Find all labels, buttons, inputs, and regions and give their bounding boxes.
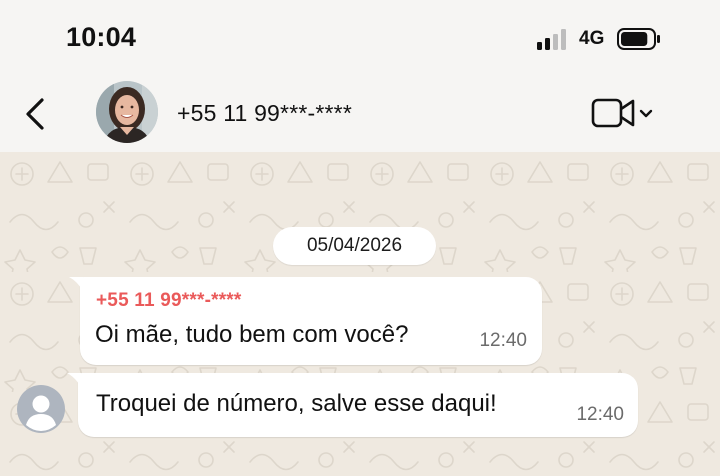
status-time: 10:04	[66, 22, 137, 52]
message-text: Oi mãe, tudo bem com você?	[95, 321, 409, 348]
sender-avatar-icon[interactable]	[17, 385, 65, 433]
message-sender[interactable]: +55 11 99***-****	[96, 290, 242, 312]
message-text: Troquei de número, salve esse daqui!	[96, 390, 497, 417]
contact-name[interactable]: +55 11 99***-****	[177, 100, 352, 127]
chat-area[interactable]: 05/04/2026 +55 11 99***-**** Oi mãe, tud…	[0, 152, 720, 476]
bubble-tail	[69, 277, 83, 291]
video-camera-icon	[591, 98, 635, 128]
status-bar: 10:04 4G	[0, 0, 720, 72]
message-time: 12:40	[576, 404, 624, 425]
message-time: 12:40	[479, 330, 527, 351]
bubble-tail	[67, 373, 81, 387]
signal-strength-icon	[537, 29, 566, 50]
date-separator: 05/04/2026	[273, 227, 436, 265]
back-button[interactable]	[20, 94, 56, 134]
video-call-button[interactable]	[591, 96, 657, 130]
chat-header: +55 11 99***-****	[0, 72, 720, 152]
message-bubble[interactable]: +55 11 99***-**** Oi mãe, tudo bem com v…	[69, 277, 542, 365]
contact-avatar[interactable]	[96, 81, 158, 143]
chevron-left-icon	[26, 98, 44, 130]
network-type: 4G	[579, 28, 605, 49]
message-bubble[interactable]: Troquei de número, salve esse daqui! 12:…	[67, 373, 638, 437]
battery-icon	[617, 28, 660, 50]
chevron-down-icon	[639, 109, 653, 118]
